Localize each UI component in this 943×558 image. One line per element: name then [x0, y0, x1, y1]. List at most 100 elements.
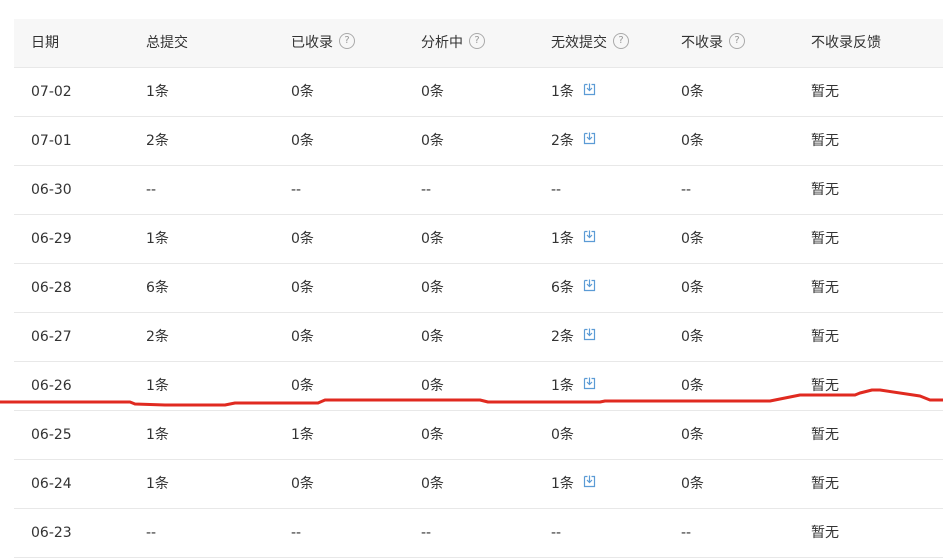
cell-value: 0条: [551, 427, 574, 443]
header-analyzing: 分析中?: [421, 19, 485, 67]
cell-not-indexed: 0条: [681, 215, 704, 263]
cell-value: 0条: [421, 329, 444, 345]
cell-analyzing: 0条: [421, 264, 444, 312]
cell-value: 1条: [146, 84, 169, 100]
table-row: 06-28 6条 0条 0条 6条 0条 暂无: [14, 264, 943, 313]
cell-value: 0条: [421, 280, 444, 296]
cell-value: 1条: [551, 84, 574, 100]
header-label: 已收录: [291, 35, 333, 51]
cell-value: 0条: [681, 133, 704, 149]
table-row: 07-01 2条 0条 0条 2条 0条 暂无: [14, 117, 943, 166]
cell-value: 1条: [146, 476, 169, 492]
download-icon[interactable]: [583, 377, 596, 390]
cell-indexed: --: [291, 166, 301, 214]
cell-indexed: 0条: [291, 362, 314, 410]
cell-date: 07-01: [31, 117, 72, 165]
download-icon[interactable]: [583, 328, 596, 341]
cell-invalid: 0条: [551, 411, 574, 459]
cell-total: --: [146, 166, 156, 214]
cell-value: 6条: [551, 280, 574, 296]
cell-date: 07-02: [31, 68, 72, 116]
cell-total: 2条: [146, 313, 169, 361]
cell-indexed: --: [291, 509, 301, 557]
cell-value: 0条: [421, 378, 444, 394]
cell-value: 6条: [146, 280, 169, 296]
cell-feedback: 暂无: [811, 264, 839, 312]
cell-value: 暂无: [811, 427, 839, 443]
header-label: 不收录反馈: [811, 35, 881, 51]
cell-total: 1条: [146, 460, 169, 508]
help-icon[interactable]: ?: [613, 33, 629, 49]
cell-value: 0条: [291, 329, 314, 345]
cell-value: 暂无: [811, 329, 839, 345]
cell-value: --: [291, 182, 302, 198]
cell-value: 0条: [421, 476, 444, 492]
cell-value: 暂无: [811, 280, 839, 296]
cell-date: 06-27: [31, 313, 72, 361]
cell-value: 暂无: [811, 84, 839, 100]
cell-value: 0条: [291, 476, 314, 492]
header-not-indexed: 不收录?: [681, 19, 745, 67]
download-icon[interactable]: [583, 83, 596, 96]
header-invalid: 无效提交?: [551, 19, 629, 67]
cell-date: 06-28: [31, 264, 72, 312]
cell-value: --: [421, 182, 432, 198]
cell-value: 暂无: [811, 525, 839, 541]
cell-feedback: 暂无: [811, 117, 839, 165]
cell-invalid: 2条: [551, 313, 596, 361]
cell-date: 06-30: [31, 166, 72, 214]
download-icon[interactable]: [583, 279, 596, 292]
download-icon[interactable]: [583, 230, 596, 243]
cell-date: 06-26: [31, 362, 72, 410]
cell-value: 0条: [291, 280, 314, 296]
cell-invalid: 2条: [551, 117, 596, 165]
cell-value: 暂无: [811, 182, 839, 198]
cell-value: 0条: [291, 378, 314, 394]
help-icon[interactable]: ?: [729, 33, 745, 49]
cell-date: 06-24: [31, 460, 72, 508]
cell-feedback: 暂无: [811, 411, 839, 459]
cell-invalid: --: [551, 509, 561, 557]
cell-value: --: [551, 182, 562, 198]
cell-invalid: 1条: [551, 460, 596, 508]
table-row: 06-29 1条 0条 0条 1条 0条 暂无: [14, 215, 943, 264]
cell-value: 06-29: [31, 231, 72, 247]
cell-value: 2条: [551, 133, 574, 149]
cell-total: --: [146, 509, 156, 557]
cell-value: 06-25: [31, 427, 72, 443]
cell-value: 1条: [146, 231, 169, 247]
header-label: 不收录: [681, 35, 723, 51]
help-icon[interactable]: ?: [339, 33, 355, 49]
header-label: 无效提交: [551, 35, 607, 51]
cell-value: 0条: [291, 133, 314, 149]
help-icon[interactable]: ?: [469, 33, 485, 49]
cell-not-indexed: 0条: [681, 460, 704, 508]
table-header: 日期 总提交 已收录? 分析中? 无效提交? 不收录? 不收录反馈: [14, 19, 943, 68]
cell-analyzing: 0条: [421, 117, 444, 165]
cell-analyzing: 0条: [421, 460, 444, 508]
cell-value: 0条: [681, 427, 704, 443]
table-row: 07-02 1条 0条 0条 1条 0条 暂无: [14, 68, 943, 117]
cell-value: 1条: [551, 231, 574, 247]
header-indexed: 已收录?: [291, 19, 355, 67]
cell-value: 06-26: [31, 378, 72, 394]
cell-value: 0条: [421, 427, 444, 443]
cell-value: 1条: [146, 378, 169, 394]
cell-value: --: [681, 525, 692, 541]
cell-invalid: 1条: [551, 215, 596, 263]
cell-value: 暂无: [811, 133, 839, 149]
cell-value: 0条: [421, 231, 444, 247]
cell-indexed: 0条: [291, 264, 314, 312]
cell-value: 0条: [681, 329, 704, 345]
cell-value: 0条: [681, 378, 704, 394]
download-icon[interactable]: [583, 132, 596, 145]
cell-analyzing: --: [421, 166, 431, 214]
table-row: 06-24 1条 0条 0条 1条 0条 暂无: [14, 460, 943, 509]
cell-value: 0条: [681, 476, 704, 492]
cell-date: 06-25: [31, 411, 72, 459]
download-icon[interactable]: [583, 475, 596, 488]
cell-value: 06-23: [31, 525, 72, 541]
table-row: 06-26 1条 0条 0条 1条 0条 暂无: [14, 362, 943, 411]
cell-value: 0条: [421, 133, 444, 149]
cell-total: 1条: [146, 411, 169, 459]
